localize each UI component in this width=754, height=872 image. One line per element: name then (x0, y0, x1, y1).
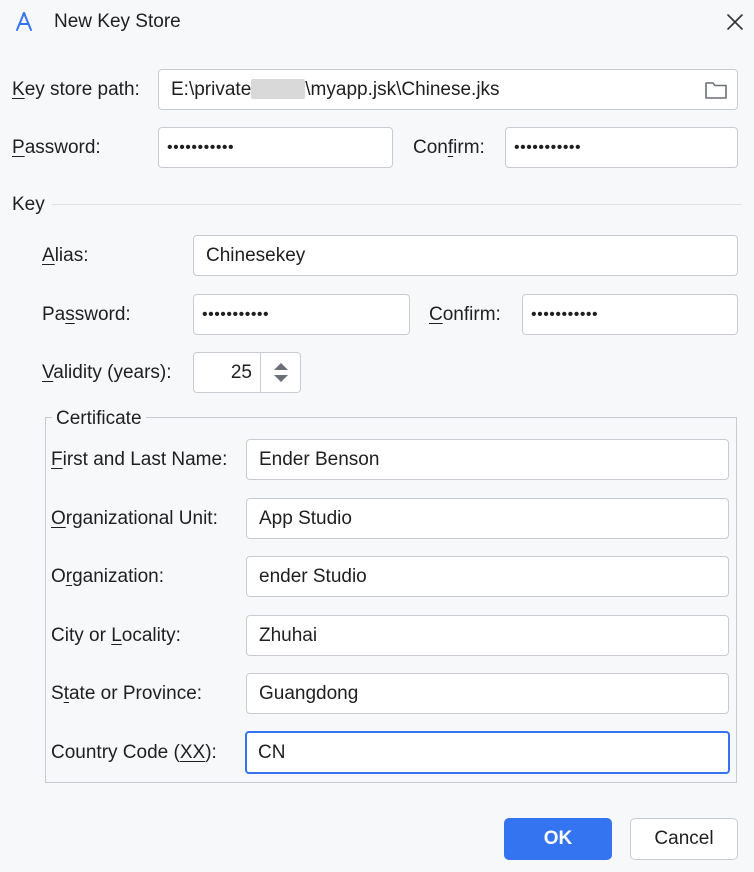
keystore-confirm-field[interactable]: ••••••••••• (505, 127, 738, 168)
organization-field[interactable]: ender Studio (246, 556, 729, 597)
keystore-confirm-label: Confirm: (413, 137, 485, 158)
org-unit-label: Organizational Unit: (51, 508, 218, 529)
app-logo-icon (16, 12, 32, 31)
keystore-path-label: Key store path: (12, 79, 140, 100)
validity-label: Validity (years): (42, 362, 172, 383)
keystore-password-label: Password: (12, 137, 101, 158)
state-field[interactable]: Guangdong (246, 673, 729, 714)
redacted-block (251, 78, 306, 99)
ok-button[interactable]: OK (504, 818, 612, 860)
name-field[interactable]: Ender Benson (246, 439, 729, 480)
key-password-label: Password: (42, 304, 131, 325)
alias-field[interactable]: Chinesekey (193, 235, 738, 276)
close-icon[interactable] (722, 9, 748, 35)
key-confirm-field[interactable]: ••••••••••• (522, 294, 738, 335)
window-title: New Key Store (54, 11, 181, 32)
keystore-password-field[interactable]: ••••••••••• (158, 127, 393, 168)
city-field[interactable]: Zhuhai (246, 615, 729, 656)
name-label: First and Last Name: (51, 449, 228, 470)
country-code-field[interactable]: CN (245, 731, 730, 774)
org-unit-field[interactable]: App Studio (246, 498, 729, 539)
key-section-label: Key (12, 194, 45, 215)
organization-label: Organization: (51, 566, 165, 587)
key-password-field[interactable]: ••••••••••• (193, 294, 410, 335)
validity-value[interactable]: 25 (194, 353, 252, 392)
certificate-legend: Certificate (52, 408, 146, 430)
validity-spinner[interactable]: 25 (193, 352, 301, 393)
key-confirm-label: Confirm: (429, 304, 501, 325)
keystore-path-field[interactable]: E:\private \myapp.jsk\Chinese.jks (158, 69, 738, 110)
alias-label: Alias: (42, 245, 89, 266)
cancel-button[interactable]: Cancel (630, 818, 738, 860)
state-label: State or Province: (51, 683, 203, 704)
key-section-divider (52, 204, 742, 205)
city-label: City or Locality: (51, 625, 181, 646)
folder-icon[interactable] (704, 79, 728, 101)
up-down-arrows-icon[interactable] (261, 353, 301, 392)
country-code-label: Country Code (XX): (51, 742, 217, 763)
